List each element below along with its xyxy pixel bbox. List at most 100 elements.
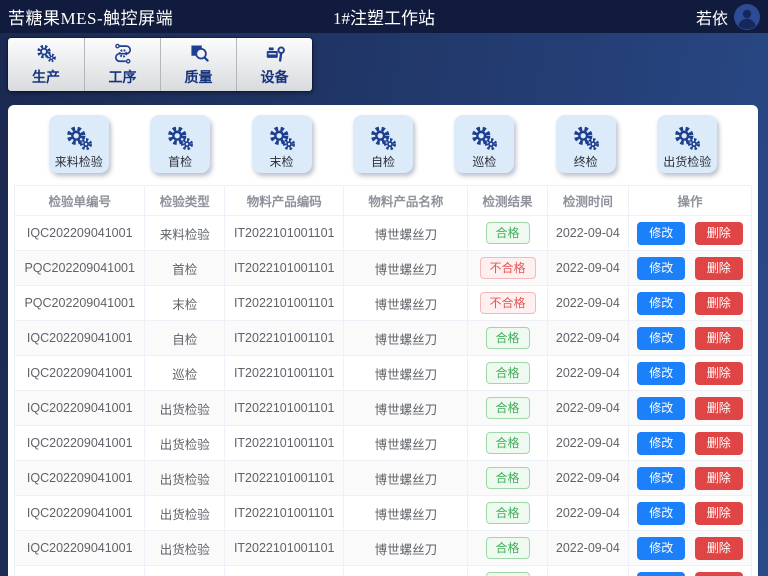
delete-button[interactable]: 删除 — [695, 572, 743, 576]
edit-button[interactable]: 修改 — [637, 572, 685, 576]
inspection-tab[interactable]: 自检 — [353, 115, 413, 173]
date-cell: 2022-09-04 — [547, 286, 628, 321]
inspection-type-cell: 出货检验 — [145, 461, 225, 496]
delete-button[interactable]: 删除 — [695, 222, 743, 245]
date-cell: 2022-09-04 — [547, 461, 628, 496]
module-equipment-button[interactable]: 设备 — [236, 38, 312, 91]
material-code-cell: IT2022101001101 — [225, 286, 344, 321]
user-avatar-icon[interactable] — [734, 4, 760, 30]
actions-cell: 修改 删除 — [628, 251, 751, 286]
delete-button[interactable]: 删除 — [695, 257, 743, 280]
inspection-tab-label: 巡检 — [472, 155, 496, 169]
module-process-button[interactable]: 工序 — [84, 38, 160, 91]
edit-button[interactable]: 修改 — [637, 432, 685, 455]
delete-button[interactable]: 删除 — [695, 292, 743, 315]
inspection-type-cell: 出货检验 — [145, 426, 225, 461]
actions-cell: 修改 删除 — [628, 531, 751, 566]
edit-button[interactable]: 修改 — [637, 537, 685, 560]
edit-button[interactable]: 修改 — [637, 222, 685, 245]
result-cell: 不合格 — [468, 251, 548, 286]
edit-button[interactable]: 修改 — [637, 397, 685, 420]
actions-cell: 修改 删除 — [628, 426, 751, 461]
result-cell: 合格 — [468, 496, 548, 531]
inspection-tab[interactable]: 出货检验 — [657, 115, 717, 173]
inspection-gears-icon — [672, 124, 702, 154]
result-cell: 合格 — [468, 216, 548, 251]
table-row: IQC202209041001 出货检验 IT2022101001101 博世螺… — [15, 461, 752, 496]
result-badge: 合格 — [486, 362, 530, 384]
date-cell: 2022-09-04 — [547, 356, 628, 391]
result-badge: 合格 — [486, 222, 530, 244]
inspection-tab-label: 自检 — [371, 155, 395, 169]
module-quality-button[interactable]: 质量 — [160, 38, 236, 91]
quality-search-icon — [188, 42, 210, 64]
inspection-gears-icon — [165, 124, 195, 154]
edit-button[interactable]: 修改 — [637, 502, 685, 525]
inspection-id-cell: PQC202209041001 — [15, 251, 145, 286]
material-name-cell: 博世螺丝刀 — [344, 496, 468, 531]
inspection-id-cell: IQC202209041001 — [15, 391, 145, 426]
inspection-tab[interactable]: 首检 — [150, 115, 210, 173]
edit-button[interactable]: 修改 — [637, 467, 685, 490]
material-name-cell: 博世螺丝刀 — [344, 461, 468, 496]
inspection-tab[interactable]: 来料检验 — [49, 115, 109, 173]
column-header-result: 检测结果 — [468, 186, 548, 216]
inspection-id-cell: IQC202209041001 — [15, 566, 145, 576]
result-cell: 合格 — [468, 356, 548, 391]
inspection-tab-label: 首检 — [168, 155, 192, 169]
column-header-inspection-type: 检验类型 — [145, 186, 225, 216]
material-name-cell: 博世螺丝刀 — [344, 531, 468, 566]
result-badge: 合格 — [486, 327, 530, 349]
inspection-tab[interactable]: 末检 — [252, 115, 312, 173]
actions-cell: 修改 删除 — [628, 216, 751, 251]
inspection-tab[interactable]: 巡检 — [454, 115, 514, 173]
material-name-cell: 博世螺丝刀 — [344, 356, 468, 391]
quality-panel: 来料检验 首检 末检 自检 — [8, 105, 758, 576]
date-cell: 2022-09-04 — [547, 566, 628, 576]
inspection-id-cell: IQC202209041001 — [15, 426, 145, 461]
delete-button[interactable]: 删除 — [695, 397, 743, 420]
inspection-tab[interactable]: 终检 — [556, 115, 616, 173]
module-label: 质量 — [185, 67, 213, 87]
result-badge: 合格 — [486, 432, 530, 454]
production-gears-icon — [35, 42, 57, 64]
table-header-row: 检验单编号 检验类型 物料产品编码 物料产品名称 检测结果 检测时间 操作 — [15, 186, 752, 216]
edit-button[interactable]: 修改 — [637, 257, 685, 280]
user-area[interactable]: 若依 — [696, 4, 760, 30]
material-code-cell: IT2022101001101 — [225, 461, 344, 496]
table-row: PQC202209041001 末检 IT2022101001101 博世螺丝刀… — [15, 286, 752, 321]
delete-button[interactable]: 删除 — [695, 327, 743, 350]
actions-cell: 修改 删除 — [628, 496, 751, 531]
edit-button[interactable]: 修改 — [637, 362, 685, 385]
edit-button[interactable]: 修改 — [637, 292, 685, 315]
result-cell: 合格 — [468, 566, 548, 576]
result-badge: 合格 — [486, 502, 530, 524]
material-name-cell: 博世螺丝刀 — [344, 566, 468, 576]
inspection-tabs: 来料检验 首检 末检 自检 — [28, 115, 738, 173]
material-name-cell: 博世螺丝刀 — [344, 391, 468, 426]
actions-cell: 修改 删除 — [628, 286, 751, 321]
material-name-cell: 博世螺丝刀 — [344, 251, 468, 286]
inspection-id-cell: IQC202209041001 — [15, 216, 145, 251]
inspection-type-cell: 出货检验 — [145, 566, 225, 576]
material-code-cell: IT2022101001101 — [225, 391, 344, 426]
result-badge: 合格 — [486, 467, 530, 489]
material-code-cell: IT2022101001101 — [225, 531, 344, 566]
inspection-tab-label: 终检 — [574, 155, 598, 169]
result-cell: 合格 — [468, 321, 548, 356]
module-production-button[interactable]: 生产 — [8, 38, 84, 91]
material-code-cell: IT2022101001101 — [225, 321, 344, 356]
inspection-id-cell: IQC202209041001 — [15, 461, 145, 496]
date-cell: 2022-09-04 — [547, 321, 628, 356]
inspection-type-cell: 出货检验 — [145, 496, 225, 531]
table-row: IQC202209041001 巡检 IT2022101001101 博世螺丝刀… — [15, 356, 752, 391]
date-cell: 2022-09-04 — [547, 391, 628, 426]
table-row: IQC202209041001 出货检验 IT2022101001101 博世螺… — [15, 531, 752, 566]
delete-button[interactable]: 删除 — [695, 362, 743, 385]
delete-button[interactable]: 删除 — [695, 467, 743, 490]
material-code-cell: IT2022101001101 — [225, 566, 344, 576]
edit-button[interactable]: 修改 — [637, 327, 685, 350]
delete-button[interactable]: 删除 — [695, 432, 743, 455]
delete-button[interactable]: 删除 — [695, 502, 743, 525]
delete-button[interactable]: 删除 — [695, 537, 743, 560]
